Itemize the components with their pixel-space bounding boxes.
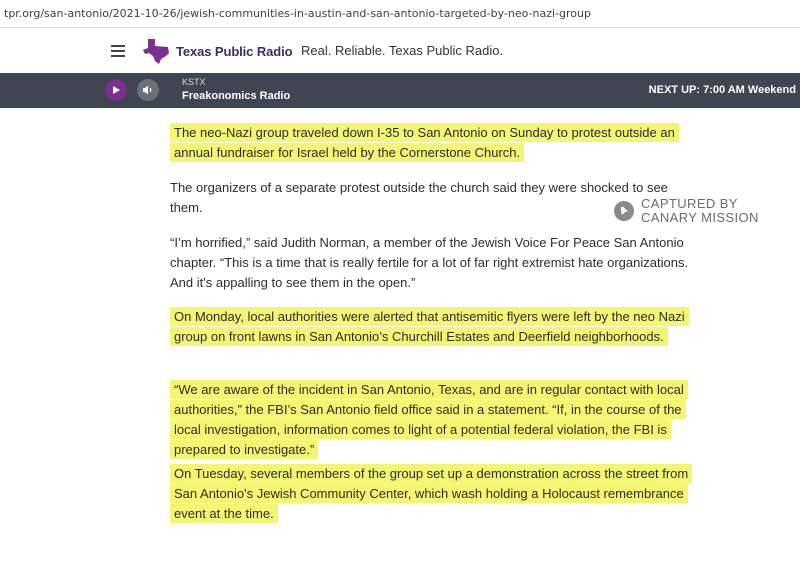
highlighted-text: On Monday, local authorities were alerte… bbox=[170, 307, 689, 346]
site-header: Texas Public Radio Real. Reliable. Texas… bbox=[0, 28, 800, 73]
highlighted-text: The neo-Nazi group traveled down I-35 to… bbox=[170, 123, 679, 162]
article-paragraph: “We are aware of the incident in San Ant… bbox=[170, 380, 690, 460]
site-logo[interactable]: Texas Public Radio bbox=[142, 36, 293, 66]
highlighted-text: On Tuesday, several members of the group… bbox=[170, 464, 693, 523]
texas-map-icon bbox=[143, 39, 169, 64]
tagline: Real. Reliable. Texas Public Radio. bbox=[301, 43, 504, 58]
volume-button[interactable] bbox=[137, 79, 159, 101]
volume-icon bbox=[143, 85, 152, 95]
highlighted-text: “We are aware of the incident in San Ant… bbox=[170, 380, 688, 459]
audio-player-bar: KSTX Freakonomics Radio NEXT UP: 7:00 AM… bbox=[0, 73, 800, 108]
play-icon bbox=[113, 86, 120, 94]
url-text: tpr.org/san-antonio/2021-10-26/jewish-co… bbox=[4, 7, 591, 20]
article-paragraph: “I’m horrified,” said Judith Norman, a m… bbox=[170, 235, 689, 290]
watermark-line-2: CANARY MISSION bbox=[641, 210, 759, 225]
next-up-label: NEXT UP: 7:00 AM Weekend bbox=[648, 84, 796, 96]
article-paragraph: On Tuesday, several members of the group… bbox=[170, 464, 693, 524]
article-paragraph: On Monday, local authorities were alerte… bbox=[170, 307, 690, 347]
canary-bird-icon bbox=[614, 201, 634, 221]
hamburger-icon[interactable] bbox=[111, 45, 125, 57]
logo-text: Texas Public Radio bbox=[176, 43, 293, 59]
program-title[interactable]: Freakonomics Radio bbox=[182, 90, 290, 102]
play-button[interactable] bbox=[105, 79, 127, 101]
article-paragraph: The organizers of a separate protest out… bbox=[170, 180, 668, 215]
station-call-sign: KSTX bbox=[182, 77, 206, 87]
watermark-line-1: CAPTURED BY bbox=[641, 196, 738, 211]
canary-mission-watermark: CAPTURED BY CANARY MISSION bbox=[614, 197, 759, 225]
article-paragraph: The neo-Nazi group traveled down I-35 to… bbox=[170, 123, 690, 163]
address-bar[interactable]: tpr.org/san-antonio/2021-10-26/jewish-co… bbox=[0, 0, 800, 28]
